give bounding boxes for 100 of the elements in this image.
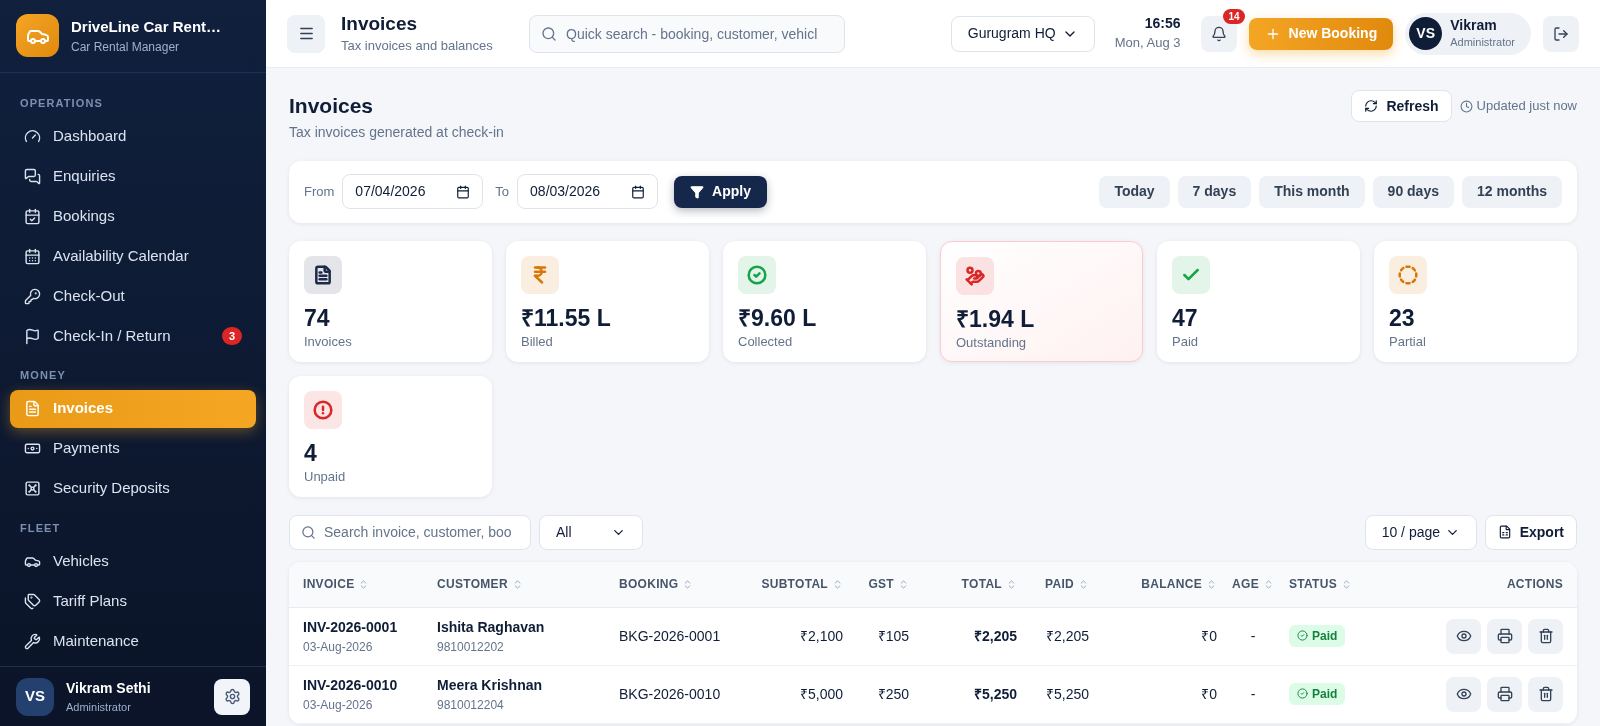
sort-icon (1078, 578, 1089, 590)
subtotal-cell-text: ₹5,000 (798, 684, 843, 704)
nav-item[interactable]: Check-In / Return 3 (10, 317, 256, 356)
nav-item[interactable]: Tariff Plans (10, 582, 256, 621)
column-header[interactable]: AGE (1232, 575, 1259, 593)
brand-name: DriveLine Car Rent… (71, 16, 222, 37)
settings-button[interactable] (214, 678, 250, 715)
page-subtitle: Tax invoices generated at check-in (289, 122, 505, 142)
logout-button[interactable] (1543, 15, 1579, 52)
document-icon (24, 400, 41, 418)
printer-icon (1496, 628, 1513, 644)
notification-badge: 14 (1223, 8, 1245, 24)
user-avatar: VS (16, 677, 54, 716)
user-chip[interactable]: VS Vikram Administrator (1405, 12, 1531, 55)
brand-subtitle: Car Rental Manager (71, 39, 181, 57)
date-field[interactable]: 08/03/2026 (517, 174, 659, 209)
stat-value: 74 (304, 303, 331, 333)
nav-item[interactable]: Dashboard (10, 117, 256, 156)
stat-label: Unpaid (304, 468, 347, 487)
check-circle-icon (1297, 630, 1308, 642)
nav-item[interactable]: Check-Out (10, 277, 256, 316)
nav-item[interactable]: Availability Calendar (10, 237, 256, 276)
user-role: Administrator (66, 699, 132, 715)
range-button[interactable]: Today (1099, 175, 1170, 208)
column-header[interactable]: INVOICE (303, 575, 355, 593)
logout-icon (1553, 25, 1569, 42)
eye-icon (1455, 686, 1472, 702)
invoice-number[interactable]: INV-2026-0001 (303, 616, 437, 638)
range-button[interactable]: 12 months (1462, 175, 1562, 208)
date-field[interactable]: 07/04/2026 (342, 174, 484, 209)
column-header[interactable]: STATUS (1289, 575, 1338, 593)
to-label: To (495, 182, 510, 201)
nav-item[interactable]: Enquiries (10, 157, 256, 196)
view-button[interactable] (1446, 618, 1481, 654)
range-button[interactable]: 90 days (1372, 175, 1454, 208)
stat-label: Invoices (304, 333, 353, 352)
paid-cell-text: ₹5,250 (1044, 684, 1089, 704)
column-header[interactable]: TOTAL (961, 575, 1002, 593)
sort-icon (1006, 578, 1017, 590)
sort-icon (1206, 578, 1217, 590)
stat-value: 47 (1172, 303, 1199, 333)
nav-item[interactable]: Bookings (10, 197, 256, 236)
invoice-date: 03-Aug-2026 (303, 696, 374, 714)
header-subtitle: Tax invoices and balances (341, 36, 494, 55)
nav-item[interactable]: Security Deposits (10, 469, 256, 508)
user-role: Administrator (1450, 35, 1515, 50)
refresh-button[interactable]: Refresh (1351, 90, 1452, 122)
from-label: From (304, 182, 335, 201)
column-header[interactable]: BOOKING (619, 575, 679, 593)
column-header[interactable]: CUSTOMER (437, 575, 508, 593)
nav-item[interactable]: Vehicles (10, 542, 256, 581)
invoice-date: 03-Aug-2026 (303, 638, 374, 656)
column-header[interactable]: GST (868, 575, 894, 593)
print-button[interactable] (1487, 676, 1522, 712)
booking-id: BKG-2026-0010 (619, 684, 722, 704)
header-title: Invoices (341, 11, 419, 36)
count-badge: 3 (221, 326, 242, 346)
filter-icon (690, 184, 705, 199)
flag-icon (24, 327, 41, 345)
gauge-icon (24, 127, 41, 145)
key-icon (24, 287, 41, 305)
nav-item[interactable]: Payments (10, 429, 256, 468)
column-header[interactable]: BALANCE (1141, 575, 1202, 593)
invoice-number[interactable]: INV-2026-0010 (303, 674, 437, 696)
refresh-icon (1364, 99, 1379, 113)
column-header[interactable]: PAID (1045, 575, 1074, 593)
print-button[interactable] (1487, 618, 1522, 654)
page-size-select[interactable]: 10 / page (1364, 514, 1477, 550)
age-cell-text: - (1249, 684, 1257, 704)
subtotal-cell-text: ₹2,100 (798, 626, 843, 646)
status-select[interactable]: All (539, 514, 643, 550)
search-icon (541, 25, 557, 42)
delete-button[interactable] (1528, 618, 1563, 654)
nav-item[interactable]: Maintenance (10, 622, 256, 661)
menu-icon (297, 25, 315, 42)
export-button[interactable]: Export (1484, 514, 1577, 550)
calendar-icon (631, 184, 646, 199)
menu-button[interactable] (287, 14, 325, 53)
total-cell-text: ₹5,250 (972, 684, 1017, 704)
balance-cell-text: ₹0 (1200, 684, 1217, 704)
status-badge: Paid (1289, 624, 1346, 647)
sort-icon (898, 578, 909, 590)
branch-select[interactable]: Gurugram HQ (950, 15, 1095, 52)
view-button[interactable] (1446, 676, 1481, 712)
clock-date: Mon, Aug 3 (1114, 33, 1181, 52)
user-avatar: VS (1409, 17, 1443, 50)
range-button[interactable]: 7 days (1177, 175, 1252, 208)
stat-label: Partial (1389, 333, 1427, 352)
stat-label: Billed (521, 333, 554, 352)
search-field[interactable]: Quick search - booking, customer, vehicl (529, 14, 845, 53)
sort-icon (832, 578, 843, 590)
tag-icon (24, 592, 41, 610)
apply-button[interactable]: Apply (674, 175, 767, 208)
range-button[interactable]: This month (1259, 175, 1365, 208)
delete-button[interactable] (1528, 676, 1563, 712)
table-search-field[interactable]: Search invoice, customer, boo (289, 514, 531, 550)
column-header[interactable]: SUBTOTAL (761, 575, 828, 593)
chat-bubbles-icon (24, 167, 41, 185)
age-cell-text: - (1249, 626, 1257, 646)
check-circle-icon (1297, 688, 1308, 700)
